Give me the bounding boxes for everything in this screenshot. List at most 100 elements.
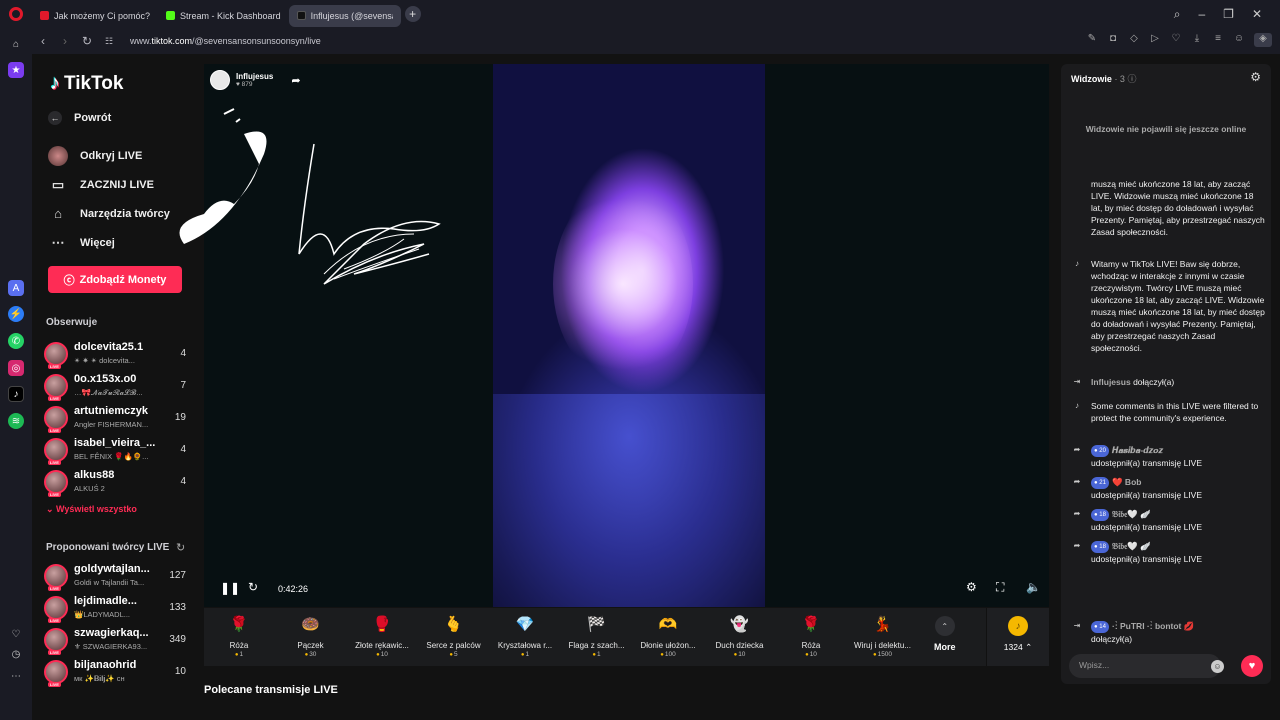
get-coins-button[interactable]: ⓒ Zdobądź Monety	[48, 266, 182, 293]
more-link[interactable]: ⋯ Więcej	[48, 235, 115, 251]
back-link[interactable]: ← Powrót	[48, 111, 111, 125]
pause-icon[interactable]: ❚❚	[220, 581, 240, 595]
tiktok-logo[interactable]: ♪ TikTok	[50, 72, 123, 95]
chat-username[interactable]: 𝔅𝔦𝔟𝔢🤍 🪽	[1112, 509, 1151, 519]
download-icon[interactable]: ⤓	[1191, 33, 1203, 47]
url-domain: tiktok.com	[151, 36, 193, 46]
gift-item[interactable]: 💃 Wiruj i delektu...1500	[848, 612, 918, 658]
live-player[interactable]: Influjesus ♥ 879 ➦ ❚❚ ↻ 0:42:26 ⚙ ⛶ 🔈	[179, 64, 1049, 607]
live-video[interactable]	[493, 64, 765, 607]
joined-text: dołączył(a)	[1133, 377, 1175, 387]
new-tab-button[interactable]: +	[404, 6, 421, 22]
tiktok-icon[interactable]: ♪	[8, 386, 24, 402]
forward-arrow-icon[interactable]: ›	[54, 34, 76, 48]
history-icon[interactable]: ◷	[8, 646, 24, 662]
whatsapp-icon[interactable]: ✆	[8, 333, 24, 349]
volume-icon[interactable]: 🔈	[1026, 580, 1041, 594]
favorites-heart-icon[interactable]: ♡	[8, 626, 24, 642]
chat-settings-icon[interactable]: ⚙	[1250, 70, 1261, 84]
show-all-link[interactable]: ⌄ Wyświetl wszystko	[46, 504, 137, 515]
tab-tiktok-live[interactable]: Influjesus (@sevensanson	[288, 4, 401, 27]
chat-input[interactable]: Wpisz...	[1069, 654, 1221, 678]
chat-username[interactable]: 𝔅𝔦𝔟𝔢🤍 🪽	[1112, 541, 1151, 551]
gift-item[interactable]: 👻 Duch dziecka10	[705, 612, 775, 658]
host-info[interactable]: Influjesus ♥ 879 ➦	[210, 70, 301, 90]
coins-balance[interactable]: ♪ 1324 ⌃	[986, 608, 1049, 666]
browser-tab-bar: Jak możemy Ci pomóc? Stream - Kick Dashb…	[0, 0, 1280, 28]
fullscreen-icon[interactable]: ⛶	[996, 580, 1004, 595]
account-item[interactable]: goldywtajlan... Goldi w Tajlandii Ta... 12…	[44, 562, 188, 591]
chat-username[interactable]: Influjesus	[1091, 377, 1131, 387]
host-avatar[interactable]	[210, 70, 230, 90]
info-icon[interactable]: ⓘ	[1127, 74, 1136, 84]
refresh-icon[interactable]: ↻	[176, 541, 185, 554]
share-icon[interactable]: ➦	[291, 74, 300, 87]
settings-icon[interactable]: ⚙	[966, 580, 977, 594]
video-light-glow	[553, 184, 693, 384]
creator-tools-label: Narzędzia twórcy	[80, 207, 170, 220]
gift-item[interactable]: 🫰 Serce z palców5	[419, 612, 489, 658]
refresh-icon[interactable]: ↻	[248, 580, 258, 594]
menu-icon[interactable]: ≡	[1212, 33, 1224, 47]
more-dots-icon[interactable]: ⋯	[8, 668, 24, 684]
play-icon[interactable]: ▷	[1149, 33, 1161, 47]
level-badge: ● 18	[1091, 541, 1109, 553]
account-item[interactable]: 0o.x153x.o0 …🎀𝓝𝓪𝓣𝓾𝓡𝓪𝓛𝓑... 7	[44, 372, 188, 401]
account-item[interactable]: isabel_vieira_... BEL FÊNIX 🌹🔥🌻... 4	[44, 436, 188, 465]
gift-item[interactable]: 🥊 Złote rękawic...10	[347, 612, 417, 658]
instagram-icon[interactable]: ◎	[8, 360, 24, 376]
gift-item[interactable]: 💎 Kryształowa r...1	[490, 612, 560, 658]
tiktok-page: ♪ TikTok ← Powrót Odkryj LIVE ▭ ZACZNIJ LIV…	[32, 54, 1280, 720]
account-item[interactable]: alkus88 ALKUŚ 2 4	[44, 468, 188, 497]
messenger-icon[interactable]: ⚡	[8, 306, 24, 322]
viewer-count: 7	[180, 380, 186, 391]
gift-item[interactable]: 🌹 Róża1	[204, 612, 274, 658]
camera-icon[interactable]: ◘	[1107, 33, 1119, 47]
creator-tools-link[interactable]: ⌂ Narzędzia twórcy	[48, 206, 170, 221]
spotify-icon[interactable]: ≋	[8, 413, 24, 429]
extensions-icon[interactable]: ◈	[1254, 33, 1272, 47]
host-name[interactable]: Influjesus	[236, 72, 273, 81]
tab-kick-dashboard[interactable]: Stream - Kick Dashboard	[158, 5, 289, 27]
search-icon[interactable]: ⌕	[1174, 7, 1181, 22]
more-gifts-button[interactable]: ⌃ More	[934, 616, 956, 652]
account-item[interactable]: biljanaohrid мк ✨𝐁𝐢𝐥𝐣✨ сн 10	[44, 658, 188, 687]
url-field[interactable]: www.tiktok.com/@sevensansonsunsoonsyn/li…	[130, 36, 321, 46]
profile-icon[interactable]: ☺	[1233, 33, 1245, 47]
chat-username[interactable]: ❤️ Bob	[1112, 477, 1141, 487]
heart-icon[interactable]: ♡	[1170, 33, 1182, 47]
maximize-button[interactable]: ❐	[1223, 7, 1234, 21]
tab-help[interactable]: Jak możemy Ci pomóc?	[32, 5, 158, 27]
minimize-button[interactable]: –	[1198, 7, 1205, 21]
aria-icon[interactable]: ★	[8, 62, 24, 78]
like-heart-button[interactable]: ♥	[1241, 655, 1263, 677]
viewers-header[interactable]: Widzowie · 3 ⓘ	[1071, 72, 1136, 85]
gift-item[interactable]: 🍩 Pączek30	[276, 612, 346, 658]
account-item[interactable]: artutniemczyk Angler FISHERMAN... 19	[44, 404, 188, 433]
gift-item[interactable]: 🫶 Dłonie ułożon...100	[633, 612, 703, 658]
chat-username[interactable]: 𝑯𝒂𝒔𝒊𝒃𝒂-𝒅𝒛𝒐𝒛	[1112, 445, 1163, 455]
viewer-count: 349	[169, 634, 186, 645]
account-item[interactable]: dolcevita25.1 ✴ ✷ ✴ dolcevita... 4	[44, 340, 188, 369]
opera-logo-icon[interactable]	[0, 0, 32, 28]
reload-icon[interactable]: ↻	[76, 34, 98, 48]
account-item[interactable]: szwagierkaq... ⚜ SZWAGIERKA93... 349	[44, 626, 188, 655]
edit-icon[interactable]: ✎	[1086, 33, 1098, 47]
home-icon[interactable]: ⌂	[8, 36, 24, 52]
video-hood-shape	[493, 394, 765, 607]
account-item[interactable]: lejdimadle... 👑LADYMADL... 133	[44, 594, 188, 623]
start-live-link[interactable]: ▭ ZACZNIJ LIVE	[48, 177, 154, 193]
live-chat-panel: Widzowie · 3 ⓘ ⚙ Widzowie nie pojawili s…	[1061, 64, 1271, 684]
gift-item[interactable]: 🏁 Flaga z szach...1	[562, 612, 632, 658]
discover-live-link[interactable]: Odkryj LIVE	[48, 146, 142, 166]
gift-item[interactable]: 🌹 Róża10	[776, 612, 846, 658]
chat-message: ➦ ● 18 𝔅𝔦𝔟𝔢🤍 🪽 udostępnił(a) transmisję LIV…	[1071, 508, 1265, 533]
back-arrow-icon[interactable]: ‹	[32, 34, 54, 48]
chat-username[interactable]: ·:̀ PuTRI ·:̀ bontot 💋	[1112, 621, 1194, 631]
close-window-button[interactable]: ✕	[1252, 7, 1262, 21]
shield-icon[interactable]: ◇	[1128, 33, 1140, 47]
site-info-icon[interactable]: ☷	[98, 36, 120, 47]
emoji-icon[interactable]: ☺	[1211, 660, 1224, 673]
app-store-icon[interactable]: A	[8, 280, 24, 296]
account-subtitle: Angler FISHERMAN...	[74, 420, 149, 429]
